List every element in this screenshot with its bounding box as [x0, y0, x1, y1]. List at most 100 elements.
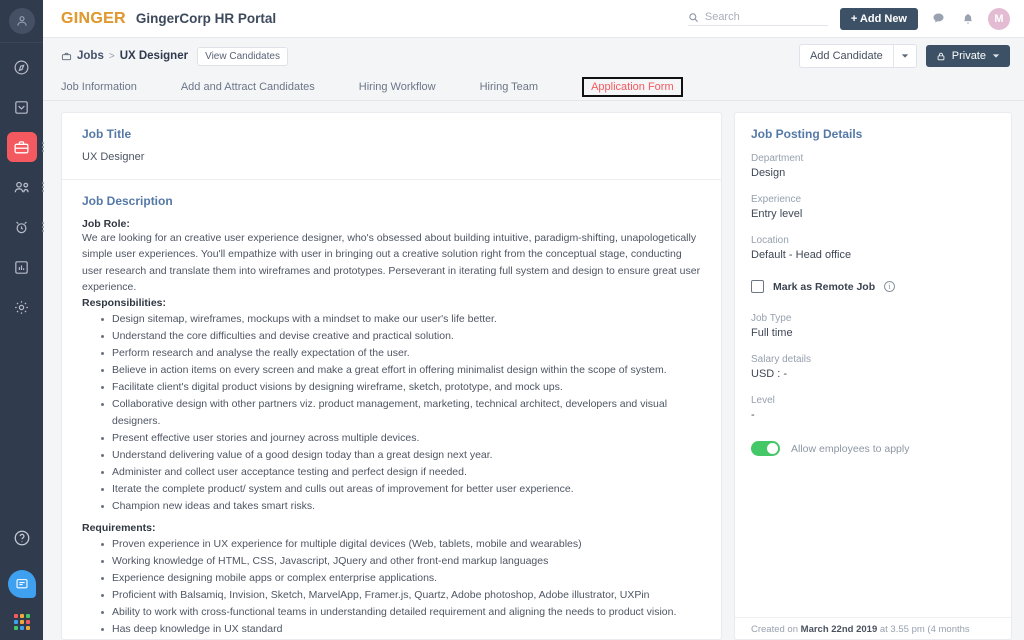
- list-item: Administer and collect user acceptance t…: [82, 464, 701, 481]
- list-item: Design sitemap, wireframes, mockups with…: [82, 311, 701, 328]
- brand-logo[interactable]: GINGER: [61, 10, 126, 28]
- job-posting-details-card: Job Posting Details Department Design Ex…: [734, 112, 1012, 640]
- list-item: Collaborative design with other partners…: [82, 396, 701, 430]
- search-box[interactable]: [688, 11, 828, 26]
- list-item: Experience designing mobile apps or comp…: [82, 570, 701, 587]
- job-role-heading: Job Role:: [82, 218, 701, 230]
- field-department: Department Design: [751, 153, 995, 179]
- job-title-value: UX Designer: [82, 151, 701, 163]
- field-label: Level: [751, 395, 995, 406]
- add-candidate-button[interactable]: Add Candidate: [800, 45, 893, 67]
- lock-icon: [936, 51, 946, 62]
- tab-job-information[interactable]: Job Information: [61, 81, 159, 93]
- requirements-heading: Requirements:: [82, 522, 701, 534]
- remote-job-checkbox[interactable]: [751, 280, 764, 293]
- info-icon[interactable]: i: [884, 281, 895, 292]
- page-title: GingerCorp HR Portal: [136, 11, 276, 26]
- allow-employees-toggle-row[interactable]: Allow employees to apply: [751, 441, 995, 456]
- list-item: Perform research and analyse the really …: [82, 345, 701, 362]
- responsibilities-heading: Responsibilities:: [82, 297, 701, 309]
- breadcrumb: Jobs > UX Designer: [61, 50, 188, 62]
- field-salary-details: Salary details USD : -: [751, 354, 995, 380]
- header-actions: + Add New M: [688, 8, 1010, 30]
- sidebar-item-people[interactable]: [7, 172, 37, 202]
- job-title-section: Job Title UX Designer: [62, 113, 721, 180]
- add-new-button[interactable]: + Add New: [840, 8, 918, 30]
- field-value: Entry level: [751, 208, 995, 220]
- responsibilities-list: Design sitemap, wireframes, mockups with…: [82, 311, 701, 515]
- private-label: Private: [952, 50, 986, 62]
- tab-add-and-attract-candidates[interactable]: Add and Attract Candidates: [181, 81, 337, 93]
- field-experience: Experience Entry level: [751, 194, 995, 220]
- overflow-dots: [42, 182, 44, 192]
- field-value: USD : -: [751, 368, 995, 380]
- sidebar-item-settings[interactable]: [7, 292, 37, 322]
- overflow-dots: [42, 142, 44, 152]
- sidebar-item-inbox[interactable]: [7, 92, 37, 122]
- allow-employees-label: Allow employees to apply: [791, 443, 909, 455]
- add-candidate-split-button[interactable]: Add Candidate: [799, 44, 917, 68]
- list-item: Ability to work with cross-functional te…: [82, 604, 701, 621]
- field-label: Job Type: [751, 313, 995, 324]
- tab-hiring-team[interactable]: Hiring Team: [480, 81, 561, 93]
- sidebar-item-awards[interactable]: [7, 212, 37, 242]
- field-label: Salary details: [751, 354, 995, 365]
- list-item: Facilitate client's digital product visi…: [82, 379, 701, 396]
- list-item: Present effective user stories and journ…: [82, 430, 701, 447]
- help-circle-icon[interactable]: [7, 523, 37, 553]
- sidebar-item-reports[interactable]: [7, 252, 37, 282]
- requirements-list: Proven experience in UX experience for m…: [82, 536, 701, 640]
- overflow-dots: [42, 222, 44, 232]
- tab-hiring-workflow[interactable]: Hiring Workflow: [359, 81, 458, 93]
- allow-employees-toggle[interactable]: [751, 441, 780, 456]
- created-prefix: Created on: [751, 624, 798, 635]
- field-location: Location Default - Head office: [751, 235, 995, 261]
- breadcrumb-jobs[interactable]: Jobs: [77, 50, 104, 62]
- tab-bar: Job Information Add and Attract Candidat…: [43, 74, 1024, 101]
- app-grid-icon[interactable]: [14, 614, 30, 630]
- message-icon[interactable]: [930, 10, 947, 27]
- field-label: Department: [751, 153, 995, 164]
- top-header-bar: GINGER GingerCorp HR Portal + Add New: [43, 0, 1024, 38]
- list-item: Proficient with Balsamiq, Invision, Sket…: [82, 587, 701, 604]
- user-avatar-icon[interactable]: [9, 8, 35, 34]
- job-description-section: Job Description Job Role: We are looking…: [62, 180, 721, 640]
- breadcrumb-separator: >: [109, 51, 115, 62]
- list-item: Has deep knowledge in UX standard: [82, 621, 701, 638]
- breadcrumb-bar: Jobs > UX Designer View Candidates Add C…: [43, 38, 1024, 74]
- chevron-down-icon: [992, 52, 1000, 60]
- app-root: GINGER GingerCorp HR Portal + Add New: [0, 0, 1024, 640]
- remote-job-checkbox-row[interactable]: Mark as Remote Job i: [751, 280, 995, 293]
- job-role-paragraph: We are looking for an creative user expe…: [82, 230, 701, 295]
- tab-application-form[interactable]: Application Form: [582, 77, 683, 97]
- list-item: Understand the core difficulties and dev…: [82, 328, 701, 345]
- view-candidates-button[interactable]: View Candidates: [197, 47, 288, 66]
- field-label: Experience: [751, 194, 995, 205]
- list-item: Iterate the complete product/ system and…: [82, 481, 701, 498]
- briefcase-small-icon: [61, 51, 72, 62]
- breadcrumb-current: UX Designer: [120, 50, 188, 62]
- chevron-down-icon[interactable]: [893, 45, 916, 67]
- created-ago: (4 months: [927, 624, 969, 635]
- remote-job-label: Mark as Remote Job: [773, 281, 875, 293]
- sidebar-item-jobs[interactable]: [7, 132, 37, 162]
- list-item: Champion new ideas and takes smart risks…: [82, 498, 701, 515]
- sidebar-item-dashboard[interactable]: [7, 52, 37, 82]
- field-label: Location: [751, 235, 995, 246]
- created-time: at 3.55 pm: [880, 624, 925, 635]
- breadcrumb-actions: Add Candidate Private: [799, 44, 1010, 68]
- chat-bubble-icon[interactable]: [8, 570, 36, 598]
- list-item: Proven experience in UX experience for m…: [82, 536, 701, 553]
- field-job-type: Job Type Full time: [751, 313, 995, 339]
- created-date: March 22nd 2019: [801, 624, 878, 635]
- content-area: Job Title UX Designer Job Description Jo…: [43, 101, 1024, 640]
- avatar[interactable]: M: [988, 8, 1010, 30]
- job-details-card: Job Title UX Designer Job Description Jo…: [61, 112, 722, 640]
- private-button[interactable]: Private: [926, 45, 1010, 67]
- search-icon: [688, 12, 699, 23]
- bell-icon[interactable]: [959, 10, 976, 27]
- field-value: Full time: [751, 327, 995, 339]
- search-input[interactable]: [705, 11, 815, 23]
- list-item: Understand delivering value of a good de…: [82, 447, 701, 464]
- created-on-footer: Created on March 22nd 2019 at 3.55 pm (4…: [735, 617, 1011, 640]
